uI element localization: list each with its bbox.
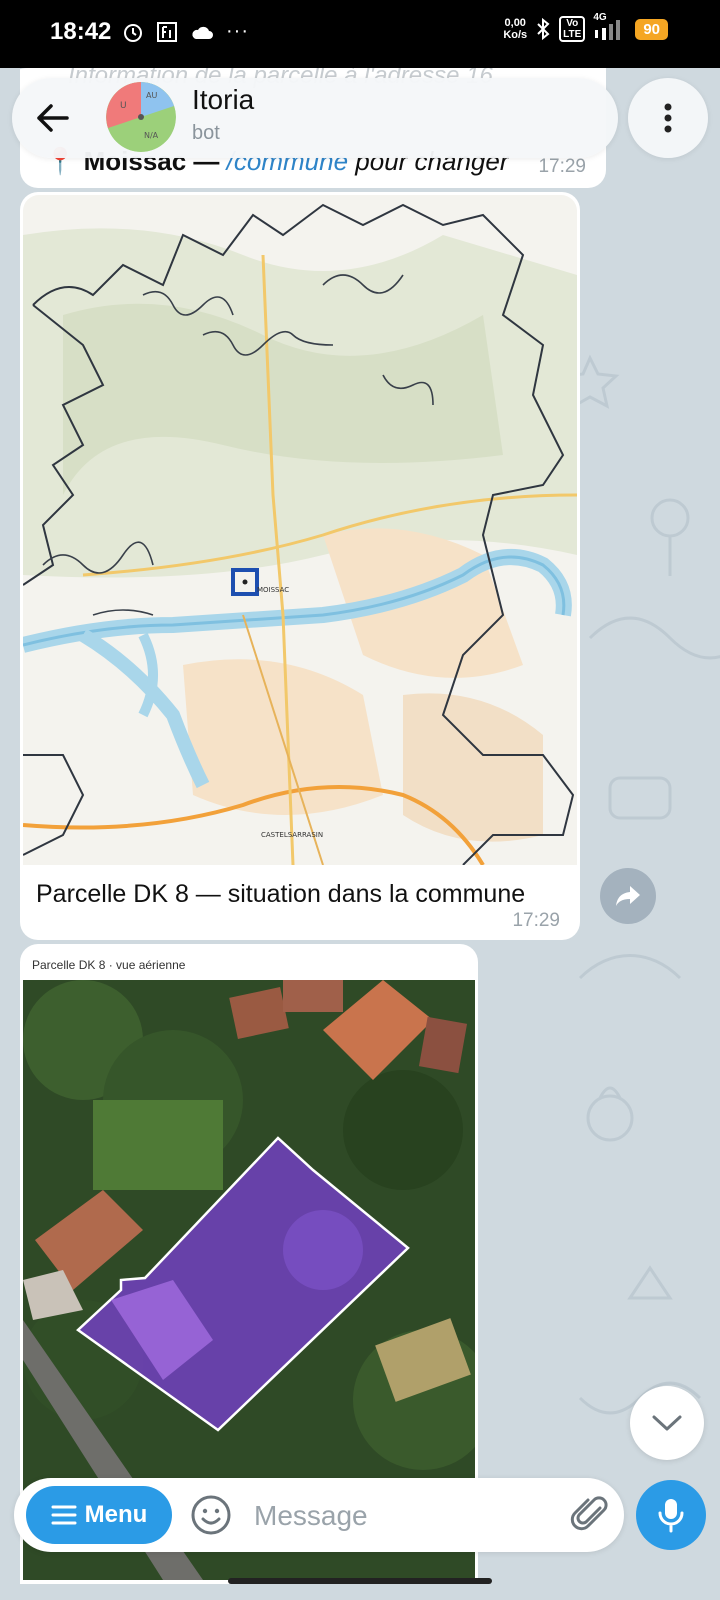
cloud-icon bbox=[192, 26, 213, 39]
voice-message-button[interactable] bbox=[636, 1480, 706, 1550]
app-notification-icon bbox=[157, 21, 177, 42]
back-button[interactable] bbox=[12, 78, 92, 158]
map-message-bubble: MOISSAC CASTELSARRASIN Parcelle DK 8 — s… bbox=[20, 192, 580, 940]
chat-title: Itoria bbox=[192, 84, 255, 115]
back-arrow-icon bbox=[37, 104, 69, 132]
more-options-button[interactable] bbox=[628, 78, 708, 158]
emoji-button[interactable] bbox=[190, 1494, 232, 1536]
message-time: 17:29 bbox=[538, 156, 586, 177]
svg-text:N/A: N/A bbox=[144, 131, 159, 140]
menu-icon bbox=[51, 1505, 77, 1525]
net-speed: 0,00 Ko/s bbox=[503, 17, 528, 41]
forward-button[interactable] bbox=[600, 868, 656, 924]
status-time: 18:42 bbox=[50, 18, 112, 45]
battery-indicator: 90 bbox=[635, 18, 668, 40]
message-input[interactable] bbox=[252, 1490, 556, 1542]
chat-subtitle: bot bbox=[192, 122, 220, 144]
status-icons-left: ··· bbox=[122, 20, 249, 43]
attach-icon[interactable] bbox=[570, 1494, 612, 1536]
svg-text:AU: AU bbox=[146, 91, 157, 100]
chat-screen: Information de la parcelle à l'adresse 1… bbox=[0, 68, 720, 1600]
map-label-moissac: MOISSAC bbox=[257, 586, 289, 594]
message-composer: Menu bbox=[14, 1478, 624, 1552]
scroll-to-bottom-button[interactable] bbox=[630, 1386, 704, 1460]
map-label-castelsarrasin: CASTELSARRASIN bbox=[261, 831, 323, 839]
alarm-icon bbox=[124, 23, 142, 42]
bluetooth-icon bbox=[537, 17, 550, 41]
forward-icon bbox=[616, 886, 640, 906]
microphone-icon bbox=[658, 1499, 684, 1533]
more-vertical-icon bbox=[664, 103, 672, 133]
commune-map-image[interactable]: MOISSAC CASTELSARRASIN bbox=[23, 195, 577, 865]
chevron-down-icon bbox=[652, 1415, 682, 1431]
volte-badge: Vo LTE bbox=[559, 16, 586, 42]
zoning-pie-icon: U AU N/A bbox=[106, 82, 176, 152]
bot-menu-button[interactable]: Menu bbox=[26, 1486, 172, 1544]
signal-indicator: 4G bbox=[593, 12, 627, 42]
commune-map-svg: MOISSAC CASTELSARRASIN bbox=[23, 195, 577, 865]
signal-icon bbox=[595, 20, 621, 40]
status-bar: 18:42 ··· 0,00 Ko/s Vo LTE 4G 90 bbox=[0, 0, 720, 68]
svg-text:U: U bbox=[120, 101, 127, 111]
chat-header[interactable] bbox=[12, 78, 618, 158]
home-indicator bbox=[228, 1578, 492, 1584]
more-notifications-icon: ··· bbox=[226, 20, 249, 42]
map-caption: Parcelle DK 8 — situation dans la commun… bbox=[36, 880, 526, 908]
status-icons-right: 0,00 Ko/s Vo LTE 4G 90 bbox=[503, 12, 668, 42]
bot-avatar[interactable]: U AU N/A bbox=[106, 82, 176, 152]
aerial-image-label: Parcelle DK 8 · vue aérienne bbox=[32, 958, 186, 972]
message-time: 17:29 bbox=[512, 910, 560, 931]
